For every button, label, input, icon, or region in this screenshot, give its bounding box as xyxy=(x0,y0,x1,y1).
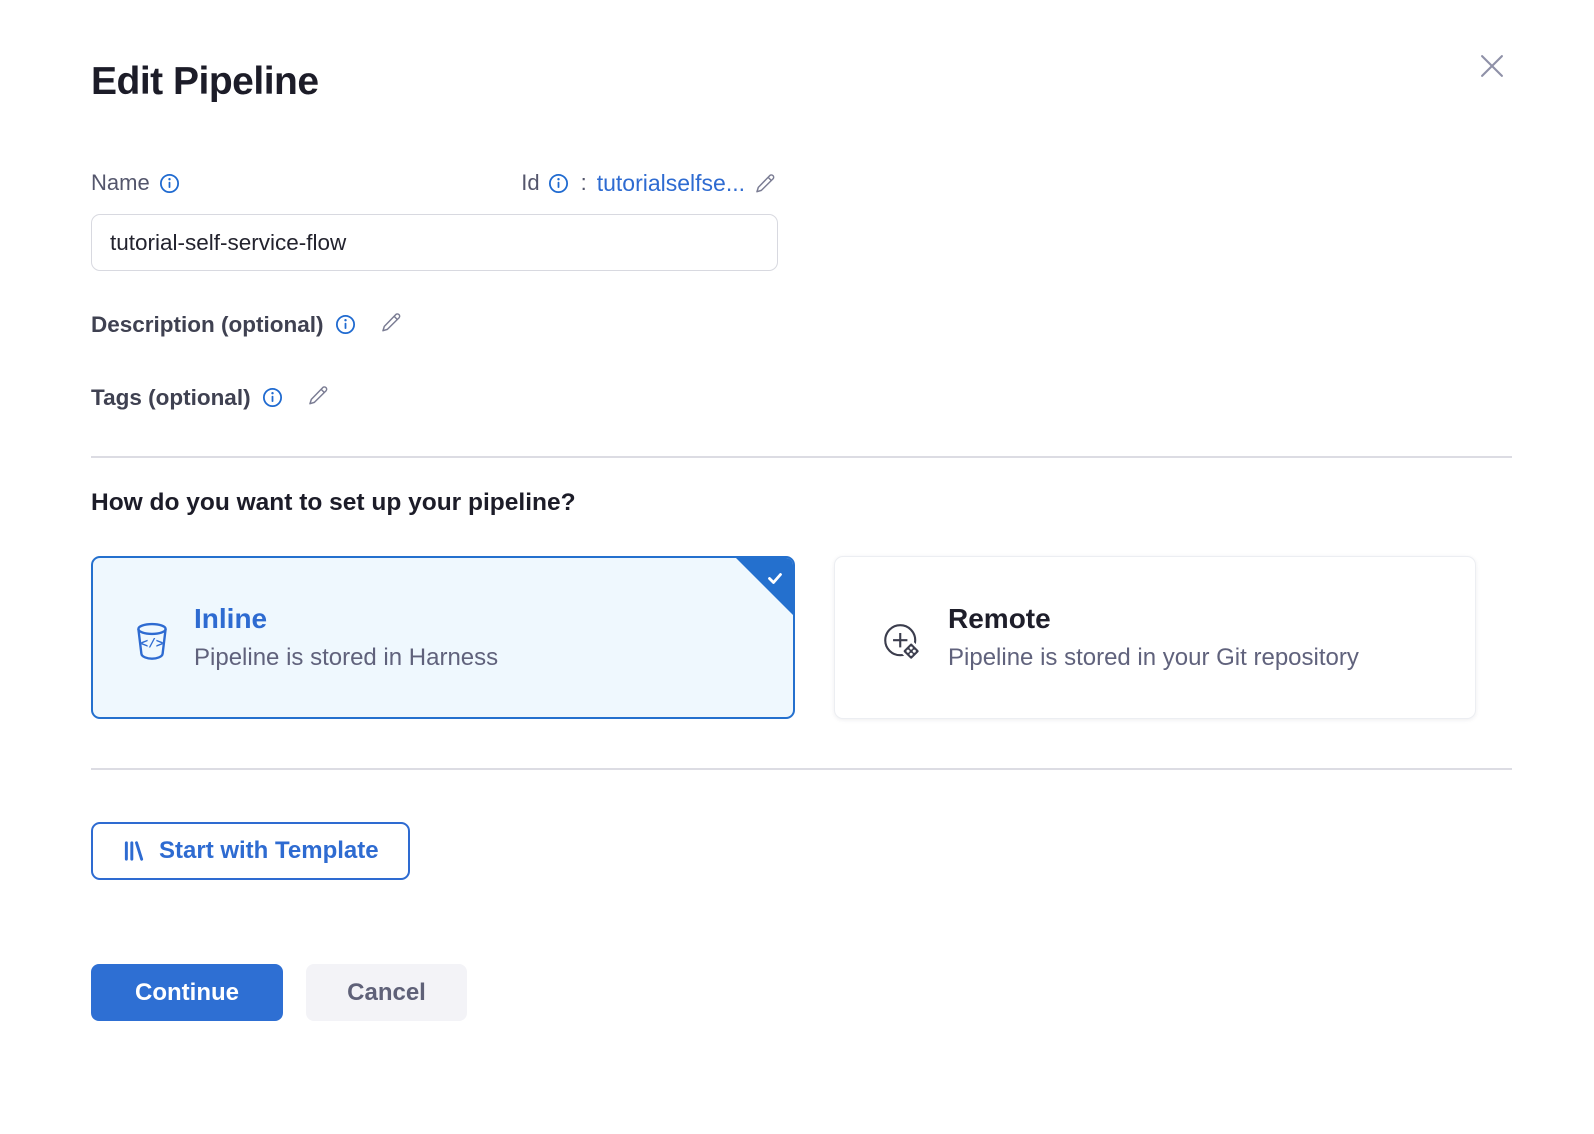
id-info-icon[interactable] xyxy=(548,173,569,194)
id-separator: : xyxy=(581,170,587,196)
remote-git-icon xyxy=(881,621,925,665)
inline-option-description: Pipeline is stored in Harness xyxy=(194,644,498,672)
tags-label: Tags (optional) xyxy=(91,385,251,411)
description-label: Description (optional) xyxy=(91,312,324,338)
id-label: Id xyxy=(521,170,539,196)
template-library-icon xyxy=(122,839,146,863)
inline-option-title: Inline xyxy=(194,603,498,635)
divider xyxy=(91,768,1512,770)
name-label: Name xyxy=(91,170,150,196)
start-with-template-button[interactable]: Start with Template xyxy=(91,822,410,880)
option-card-remote[interactable]: Remote Pipeline is stored in your Git re… xyxy=(834,556,1476,719)
check-icon xyxy=(764,567,786,589)
setup-question: How do you want to set up your pipeline? xyxy=(91,489,576,517)
pipeline-name-input[interactable] xyxy=(91,214,778,271)
inline-harness-bucket-icon: </> xyxy=(133,621,171,663)
tags-edit-pencil-icon[interactable] xyxy=(306,383,331,408)
description-row: Description (optional) xyxy=(91,310,404,339)
description-edit-pencil-icon[interactable] xyxy=(379,310,404,335)
selected-check-badge xyxy=(736,558,793,615)
tags-info-icon[interactable] xyxy=(262,387,283,408)
id-edit-pencil-icon[interactable] xyxy=(753,171,778,196)
close-icon[interactable] xyxy=(1472,46,1512,86)
option-card-inline[interactable]: </> Inline Pipeline is stored in Harness xyxy=(91,556,795,719)
continue-button[interactable]: Continue xyxy=(91,964,283,1021)
name-info-icon[interactable] xyxy=(159,173,180,194)
svg-text:</>: </> xyxy=(141,636,164,651)
name-id-row: Name Id : tutorialselfse... xyxy=(91,168,778,198)
start-with-template-label: Start with Template xyxy=(159,837,379,865)
description-info-icon[interactable] xyxy=(335,314,356,335)
remote-option-description: Pipeline is stored in your Git repositor… xyxy=(948,644,1359,672)
remote-option-title: Remote xyxy=(948,603,1359,635)
divider xyxy=(91,456,1512,458)
tags-row: Tags (optional) xyxy=(91,383,331,412)
cancel-button[interactable]: Cancel xyxy=(306,964,467,1021)
dialog-title: Edit Pipeline xyxy=(91,60,319,104)
id-value-link[interactable]: tutorialselfse... xyxy=(597,170,745,197)
